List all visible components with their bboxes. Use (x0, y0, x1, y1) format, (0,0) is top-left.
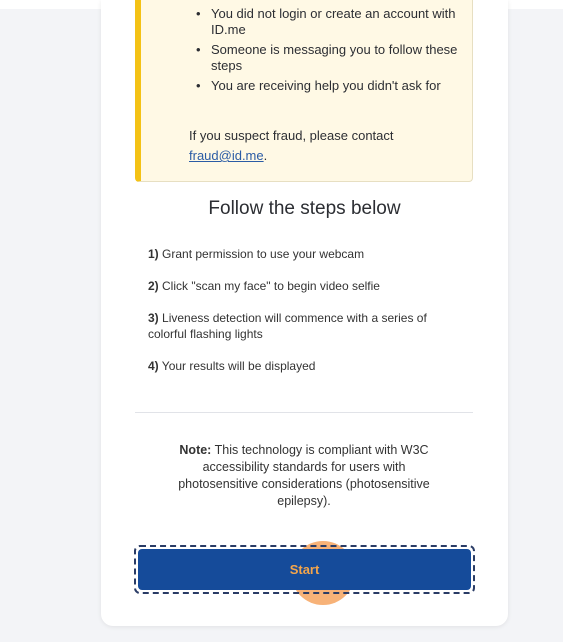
step-item: 4) Your results will be displayed (148, 358, 468, 374)
start-button-focus-ring: Start (134, 545, 475, 594)
start-button-label: Start (289, 562, 320, 577)
accessibility-note: Note: This technology is compliant with … (165, 442, 443, 510)
fraud-email-link[interactable]: fraud@id.me (189, 148, 264, 163)
fraud-suffix: . (263, 148, 268, 163)
divider (135, 412, 473, 413)
note-text: This technology is compliant with W3C ac… (178, 443, 430, 508)
steps-list: 1) Grant permission to use your webcam 2… (148, 246, 468, 390)
step-text: Grant permission to use your webcam (162, 247, 365, 261)
step-number: 4) (148, 359, 159, 373)
start-button[interactable]: Start (138, 549, 471, 590)
step-number: 2) (148, 279, 159, 293)
step-number: 3) (148, 311, 159, 325)
fraud-contact: If you suspect fraud, please contact fra… (189, 126, 394, 166)
note-label: Note: (179, 443, 212, 457)
warning-item: Someone is messaging you to follow these… (196, 42, 471, 74)
step-item: 2) Click "scan my face" to begin video s… (148, 278, 468, 294)
step-item: 1) Grant permission to use your webcam (148, 246, 468, 262)
warning-item: You are receiving help you didn't ask fo… (196, 78, 471, 94)
step-number: 1) (148, 247, 159, 261)
fraud-warning-box: You did not login or create an account w… (135, 0, 473, 182)
step-text: Click "scan my face" to begin video self… (162, 279, 380, 293)
step-item: 3) Liveness detection will commence with… (148, 310, 468, 342)
step-text: Your results will be displayed (161, 359, 316, 373)
warning-list: You did not login or create an account w… (196, 6, 471, 98)
step-text: Liveness detection will commence with a … (148, 311, 427, 341)
steps-heading: Follow the steps below (208, 198, 401, 219)
fraud-text: If you suspect fraud, please contact (189, 128, 394, 143)
verification-card: You did not login or create an account w… (101, 0, 508, 626)
warning-item: You did not login or create an account w… (196, 6, 471, 38)
